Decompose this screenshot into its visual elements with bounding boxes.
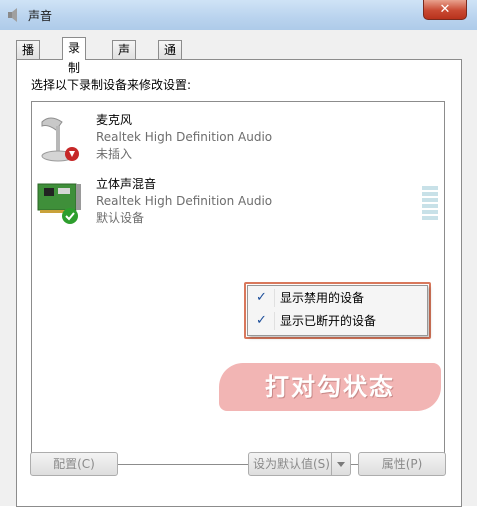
tab-sounds[interactable]: 声音 [112,40,137,75]
dialog-body: 播放 录制 声音 通信 选择以下录制设备来修改设置: 麦克风 [0,30,477,507]
device-name: 立体声混音 [96,177,157,191]
level-meter [422,186,438,222]
sound-card-icon [37,183,81,224]
default-check-badge-icon [62,208,78,224]
menu-item-label: 显示禁用的设备 [280,291,365,305]
device-status: 未插入 [96,147,133,161]
properties-button[interactable]: 属性(P) [358,452,446,476]
window-title: 声音 [28,9,53,23]
list-item-microphone[interactable]: 麦克风 Realtek High Definition Audio 未插入 [32,112,444,172]
set-default-button[interactable]: 设为默认值(S) [248,452,351,476]
tab-recording[interactable]: 录制 [62,37,87,75]
device-description: Realtek High Definition Audio [96,130,273,144]
microphone-icon [41,117,79,162]
chevron-down-icon[interactable] [331,453,350,475]
checkmark-icon: ✓ [256,290,267,305]
menu-item-show-disabled[interactable]: ✓ 显示禁用的设备 [248,287,427,309]
device-name: 麦克风 [96,113,133,127]
tab-playback[interactable]: 播放 [16,40,41,75]
context-menu: ✓ 显示禁用的设备 ✓ 显示已断开的设备 [247,285,428,336]
device-status: 默认设备 [96,211,145,225]
annotation-text: 打对勾状态 [265,373,395,401]
tab-communications[interactable]: 通信 [158,40,183,75]
set-default-label: 设为默认值(S) [253,457,330,471]
configure-button[interactable]: 配置(C) [30,452,118,476]
list-item-stereo-mix[interactable]: 立体声混音 Realtek High Definition Audio 默认设备 [32,176,444,236]
device-description: Realtek High Definition Audio [96,194,273,208]
speaker-icon [8,8,17,22]
annotation-banner: 打对勾状态 [219,363,441,411]
checkmark-icon: ✓ [256,313,267,328]
close-button[interactable]: ✕ [423,0,467,20]
title-bar: 声音 ✕ [0,0,477,31]
menu-item-show-disconnected[interactable]: ✓ 显示已断开的设备 [248,310,427,332]
instruction-text: 选择以下录制设备来修改设置: [31,78,192,92]
menu-item-label: 显示已断开的设备 [280,314,377,328]
unplugged-badge-icon [65,147,79,161]
close-icon: ✕ [439,2,451,17]
